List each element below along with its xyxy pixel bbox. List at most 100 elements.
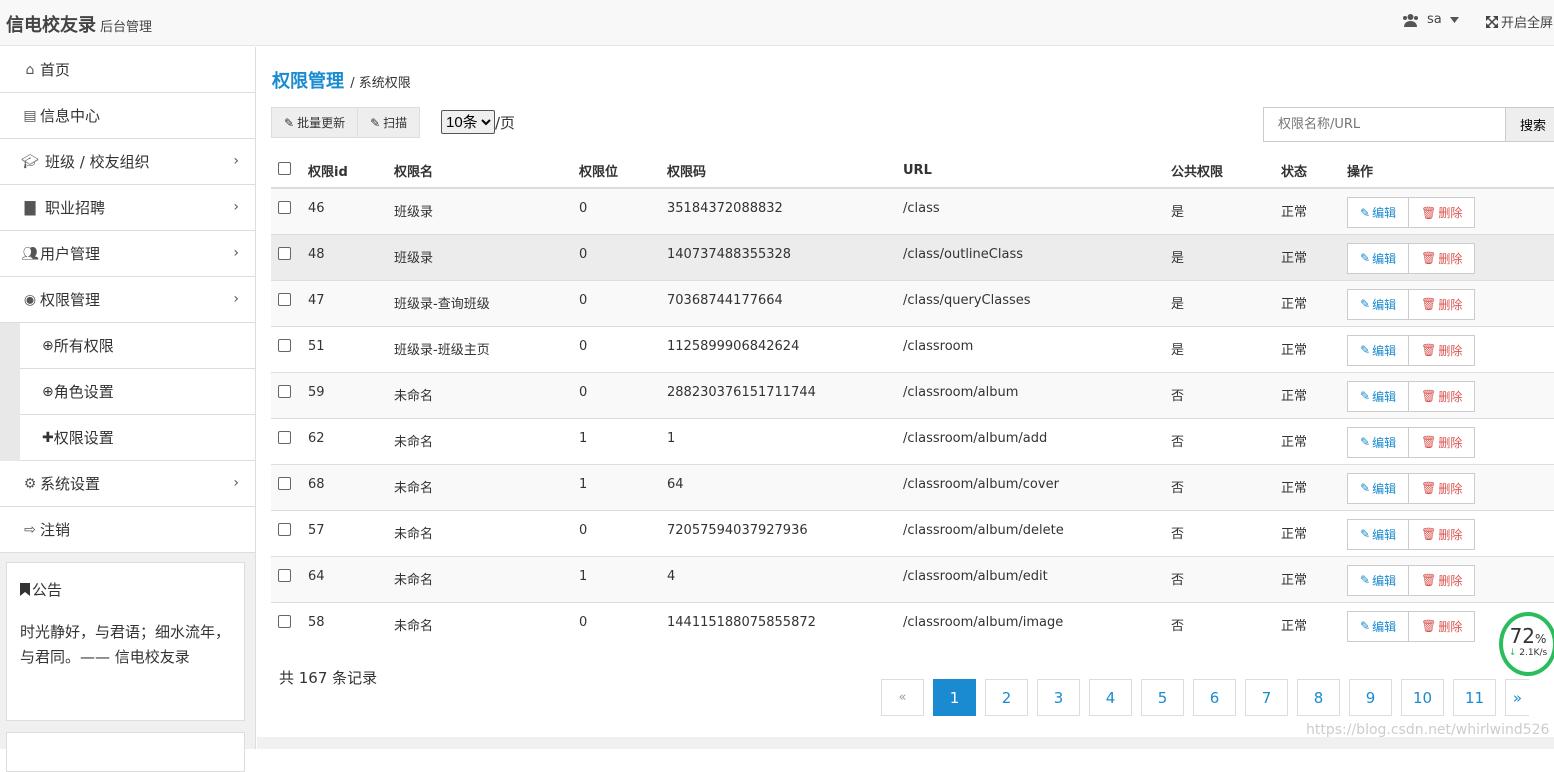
delete-button[interactable]: 🗑︎ 删除	[1409, 380, 1476, 412]
fullscreen-toggle[interactable]: 开启全屏	[1486, 12, 1553, 31]
pager-page[interactable]: 6	[1193, 679, 1236, 716]
sidebar-item-logout[interactable]: ⇨ 注销	[0, 507, 255, 553]
cell-status: 正常	[1281, 555, 1347, 602]
table-row[interactable]: 48 班级录 0 140737488355328/class/outlineClass…	[271, 233, 1554, 280]
pager-page[interactable]: 7	[1245, 679, 1288, 716]
sidebar-item-jobs[interactable]: ▇ 职业招聘 ›	[0, 185, 255, 231]
row-checkbox[interactable]	[278, 338, 291, 352]
edit-button[interactable]: ✎ 编辑	[1347, 288, 1410, 320]
scan-button[interactable]: ✎ 扫描	[358, 107, 421, 138]
delete-button[interactable]: 🗑︎ 删除	[1409, 197, 1476, 228]
sidebar-item-permissions[interactable]: ◉ 权限管理 ›	[0, 277, 255, 323]
delete-button[interactable]: 🗑︎ 删除	[1409, 334, 1476, 366]
column-header[interactable]: 权限名	[394, 154, 579, 189]
search-input[interactable]	[1263, 107, 1506, 142]
row-checkbox[interactable]	[278, 292, 291, 306]
column-header[interactable]: 权限码	[667, 154, 903, 189]
trash-icon: 🗑︎	[1421, 573, 1437, 587]
pager-page[interactable]: 10	[1401, 679, 1444, 716]
sidebar-item-info-center[interactable]: ▤ 信息中心	[0, 93, 255, 139]
table-row[interactable]: 47 班级录-查询班级 0 70368744177664/class/queryCla…	[271, 279, 1554, 326]
edit-button[interactable]: ✎ 编辑	[1347, 610, 1410, 642]
pager-page[interactable]: 4	[1089, 679, 1132, 716]
chevron-right-icon: ›	[233, 153, 239, 169]
edit-button[interactable]: ✎ 编辑	[1347, 197, 1410, 228]
pager-page[interactable]: 1	[933, 679, 976, 716]
row-checkbox[interactable]	[278, 476, 291, 490]
column-header[interactable]: 权限id	[308, 154, 394, 189]
row-checkbox[interactable]	[278, 614, 291, 628]
pager-prev[interactable]: «	[881, 679, 924, 716]
table-row[interactable]: 57 未命名 0 72057594037927936/classroom/album/…	[271, 509, 1554, 556]
edit-button[interactable]: ✎ 编辑	[1347, 564, 1410, 596]
cell-id: 68	[308, 463, 394, 510]
newspaper-icon: ▤	[23, 107, 37, 124]
batch-update-button[interactable]: ✎ 批量更新	[271, 107, 359, 138]
column-header[interactable]: 权限位	[579, 154, 667, 189]
cell-code: 144115188075855872	[667, 601, 903, 648]
edit-button[interactable]: ✎ 编辑	[1347, 518, 1410, 550]
pager-page[interactable]: 5	[1141, 679, 1184, 716]
announcement-title: 公告	[32, 581, 63, 599]
table-row[interactable]: 64 未命名 1 4/classroom/album/edit 否正常 ✎ 编辑 🗑︎ 删除	[271, 555, 1554, 602]
pager-page[interactable]: 9	[1349, 679, 1392, 716]
delete-button[interactable]: 🗑︎ 删除	[1409, 426, 1476, 458]
row-checkbox[interactable]	[278, 201, 291, 214]
table-row[interactable]: 46 班级录 0 35184372088832/class 是正常 ✎ 编辑 🗑︎ 删除	[271, 187, 1554, 234]
network-speed-widget[interactable]: 72% ↓ 2.1K/s	[1499, 612, 1554, 676]
sidebar-item-system-settings[interactable]: ⚙ 系统设置 ›	[0, 461, 255, 507]
pager-page[interactable]: 11	[1453, 679, 1496, 716]
sidebar-item-users[interactable]: 👥︎ 用户管理 ›	[0, 231, 255, 277]
brand[interactable]: 信电校友录 后台管理	[6, 11, 152, 37]
search-button[interactable]: 搜索	[1506, 107, 1554, 142]
cell-status: 正常	[1281, 417, 1347, 464]
cell-code: 4	[667, 555, 903, 602]
delete-button[interactable]: 🗑︎ 删除	[1409, 564, 1476, 596]
column-header[interactable]: 状态	[1281, 154, 1347, 189]
page-size-select[interactable]: 10条	[441, 110, 495, 134]
column-header: 操作	[1347, 154, 1554, 189]
delete-button[interactable]: 🗑︎ 删除	[1409, 610, 1476, 642]
edit-button[interactable]: ✎ 编辑	[1347, 380, 1410, 412]
row-checkbox[interactable]	[278, 430, 291, 444]
pager-page[interactable]: 8	[1297, 679, 1340, 716]
pager-next[interactable]: »	[1505, 679, 1529, 716]
edit-button[interactable]: ✎ 编辑	[1347, 426, 1410, 458]
sidebar-item-home[interactable]: ⌂ 首页	[0, 47, 255, 93]
row-checkbox[interactable]	[278, 246, 291, 260]
delete-button[interactable]: 🗑︎ 删除	[1409, 518, 1476, 550]
pager-page[interactable]: 3	[1037, 679, 1080, 716]
edit-label: 编辑	[1372, 435, 1397, 450]
edit-button[interactable]: ✎ 编辑	[1347, 242, 1410, 274]
cell-id: 48	[308, 233, 394, 280]
delete-button[interactable]: 🗑︎ 删除	[1409, 242, 1476, 274]
bottom-strip	[257, 737, 1554, 749]
row-checkbox[interactable]	[278, 568, 291, 582]
sidebar-subitem-permission-settings[interactable]: ✚ 权限设置	[20, 415, 255, 461]
edit-button[interactable]: ✎ 编辑	[1347, 334, 1410, 366]
pager-page[interactable]: 2	[985, 679, 1028, 716]
row-checkbox[interactable]	[278, 384, 291, 398]
delete-button[interactable]: 🗑︎ 删除	[1409, 288, 1476, 320]
delete-label: 删除	[1438, 619, 1463, 634]
table-row[interactable]: 51 班级录-班级主页 0 1125899906842624/classroom 是正常…	[271, 325, 1554, 372]
cell-pos: 1	[579, 463, 667, 510]
delete-button[interactable]: 🗑︎ 删除	[1409, 472, 1476, 504]
column-header[interactable]: 公共权限	[1171, 154, 1281, 189]
sidebar-subitem-roles[interactable]: ⊕ 角色设置	[20, 369, 255, 415]
user-menu[interactable]: sa	[1402, 12, 1459, 27]
trash-icon: 🗑︎	[1421, 343, 1437, 357]
cell-status: 正常	[1281, 371, 1347, 418]
table-row[interactable]: 58 未命名 0 144115188075855872/classroom/album…	[271, 601, 1554, 648]
cell-status: 正常	[1281, 463, 1347, 510]
select-all-checkbox[interactable]	[278, 162, 291, 175]
table-row[interactable]: 68 未命名 1 64/classroom/album/cover 否正常 ✎ 编辑 🗑︎…	[271, 463, 1554, 510]
edit-button[interactable]: ✎ 编辑	[1347, 472, 1410, 504]
sidebar-item-class[interactable]: 🎓︎ 班级 / 校友组织 ›	[0, 139, 255, 185]
edit-label: 编辑	[1372, 297, 1397, 312]
column-header[interactable]: URL	[903, 154, 1171, 189]
row-checkbox[interactable]	[278, 522, 291, 536]
sidebar-subitem-all-permissions[interactable]: ⊕ 所有权限	[20, 323, 255, 369]
table-row[interactable]: 62 未命名 1 1/classroom/album/add 否正常 ✎ 编辑 🗑︎ 删除	[271, 417, 1554, 464]
table-row[interactable]: 59 未命名 0 288230376151711744/classroom/album…	[271, 371, 1554, 418]
